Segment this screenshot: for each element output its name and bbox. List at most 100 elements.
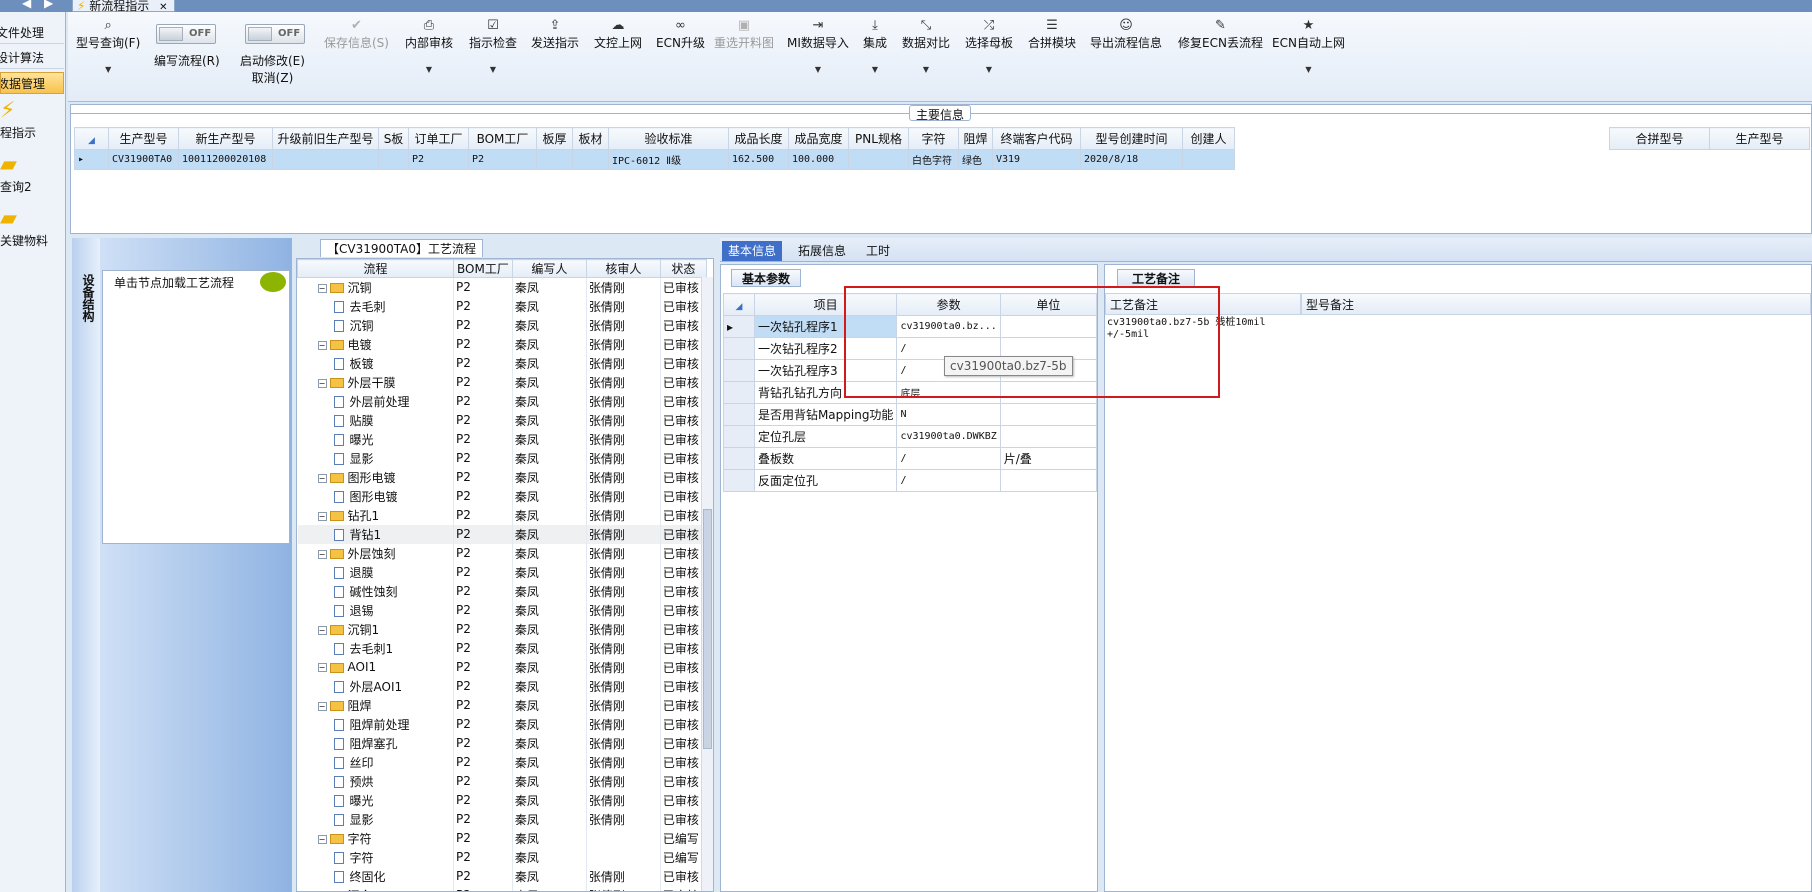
flow-node[interactable]: 图形电镀 [297, 486, 454, 506]
merge-col-header[interactable]: 合拼型号 [1609, 127, 1710, 150]
flow-row[interactable]: 去毛刺 P2 秦凤 张倩刚 已审核 [297, 296, 707, 316]
main-col-header[interactable]: 创建人 [1182, 127, 1235, 150]
main-col-header[interactable]: S板 [378, 127, 409, 150]
flow-node[interactable]: 预烘 [297, 771, 454, 791]
flow-col-header[interactable]: 编写人 [511, 259, 587, 278]
write-flow-toggle[interactable]: OFF [156, 24, 216, 44]
flow-row[interactable]: − 外层蚀刻 P2 秦凤 张倩刚 已审核 [297, 543, 707, 563]
select-master-button[interactable]: ⤮ 选择母板 ▼ [965, 18, 1013, 74]
flow-row[interactable]: − 电镀 P2 秦凤 张倩刚 已审核 [297, 334, 707, 354]
export-flow-button[interactable]: ☺ 导出流程信息 [1090, 18, 1162, 51]
expand-toggle-icon[interactable]: − [317, 378, 327, 388]
row-indicator[interactable]: ▸ [723, 315, 755, 338]
dropdown-arrow-icon[interactable]: ▼ [469, 65, 517, 74]
expand-toggle-icon[interactable]: − [317, 834, 327, 844]
flow-row[interactable]: 去毛刺1 P2 秦凤 张倩刚 已审核 [297, 638, 707, 658]
main-col-header[interactable]: 新生产型号 [178, 127, 273, 150]
param-value[interactable]: / [896, 447, 1001, 470]
main-col-header[interactable]: 订单工厂 [408, 127, 469, 150]
flow-node[interactable]: − 外层干膜 [297, 372, 454, 392]
fix-ecn-button[interactable]: ✎ 修复ECN丢流程 [1178, 18, 1263, 51]
data-compare-button[interactable]: ⤡ 数据对比 ▼ [902, 18, 950, 74]
row-indicator[interactable] [723, 469, 755, 492]
main-cell[interactable]: 162.500 [728, 149, 789, 170]
main-cell[interactable]: 白色字符 [908, 149, 959, 170]
load-flow-hint[interactable]: 单击节点加载工艺流程 [114, 274, 234, 291]
tab-ext-info[interactable]: 拓展信息 [792, 241, 852, 261]
flow-row[interactable]: − 钻孔1 P2 秦凤 张倩刚 已审核 [297, 505, 707, 525]
main-col-header[interactable]: 成品长度 [728, 127, 789, 150]
ecn-upgrade-button[interactable]: ∞ ECN升级 [656, 18, 705, 51]
tab-work-hours[interactable]: 工时 [860, 241, 896, 261]
param-value[interactable]: / [896, 469, 1001, 492]
row-indicator[interactable] [723, 447, 755, 470]
flow-node[interactable]: − 外层蚀刻 [297, 543, 454, 563]
main-col-header[interactable]: 型号创建时间 [1080, 127, 1183, 150]
doc-tab[interactable]: ⚡ 新流程指示 ✕ [72, 0, 175, 12]
main-col-header[interactable]: 验收标准 [608, 127, 729, 150]
main-cell[interactable] [848, 149, 909, 170]
expand-toggle-icon[interactable]: − [317, 511, 327, 521]
flow-row[interactable]: − 字符 P2 秦凤 已编写 [297, 828, 707, 848]
start-edit-toggle[interactable]: OFF [245, 24, 305, 44]
flow-node[interactable]: − 电镀 [297, 334, 454, 354]
main-cell[interactable]: 2020/8/18 [1080, 149, 1183, 170]
expand-toggle-icon[interactable]: − [317, 473, 327, 483]
flow-row[interactable]: −沉金P2秦凤张倩刚已审核 [297, 885, 707, 891]
flow-node[interactable]: 阻焊塞孔 [297, 733, 454, 753]
flow-row[interactable]: 字符 P2 秦凤 已编写 [297, 847, 707, 867]
main-col-header[interactable]: 板材 [572, 127, 609, 150]
main-col-header[interactable]: 板厚 [536, 127, 573, 150]
main-col-header[interactable]: 升级前旧生产型号 [272, 127, 379, 150]
nav-big-query[interactable]: ▰ 查询2 [0, 152, 64, 195]
param-row[interactable]: 定位孔层 cv31900ta0.DWKBZ [723, 425, 1098, 448]
nav-big-flow[interactable]: ⚡ 程指示 [0, 98, 64, 141]
flow-row[interactable]: − 图形电镀 P2 秦凤 张倩刚 已审核 [297, 467, 707, 487]
dropdown-arrow-icon[interactable]: ▼ [1272, 65, 1345, 74]
dropdown-arrow-icon[interactable]: ▼ [902, 65, 950, 74]
flow-node[interactable]: − 图形电镀 [297, 467, 454, 487]
flow-row[interactable]: − 沉铜 P2 秦凤 张倩刚 已审核 [297, 277, 707, 297]
flow-node[interactable]: 沉铜 [297, 315, 454, 335]
main-cell[interactable]: 100.000 [788, 149, 849, 170]
flow-node[interactable]: 字符 [297, 847, 454, 867]
flow-node[interactable]: 曝光 [297, 790, 454, 810]
left-vertical-tab[interactable]: 设备结构 [72, 238, 100, 892]
main-cell[interactable] [536, 149, 573, 170]
param-row[interactable]: 叠板数 / 片/叠 [723, 447, 1098, 470]
flow-node[interactable]: 碱性蚀刻 [297, 581, 454, 601]
main-col-header[interactable]: 终端客户代码 [992, 127, 1081, 150]
flow-node[interactable]: −沉金 [297, 885, 454, 891]
main-col-header[interactable]: 成品宽度 [788, 127, 849, 150]
dropdown-arrow-icon[interactable]: ▼ [405, 65, 453, 74]
flow-node[interactable]: 去毛刺1 [297, 638, 454, 658]
integrate-button[interactable]: ⤓ 集成 ▼ [863, 18, 887, 74]
flow-node[interactable]: − 阻焊 [297, 695, 454, 715]
tab-basic-info[interactable]: 基本信息 [722, 241, 783, 261]
send-instruction-button[interactable]: ⇪ 发送指示 [531, 18, 579, 51]
dropdown-arrow-icon[interactable]: ▼ [787, 65, 849, 74]
main-cell[interactable]: IPC-6012 Ⅱ级 [608, 149, 729, 170]
flow-node[interactable]: 板镀 [297, 353, 454, 373]
scrollbar-thumb[interactable] [703, 509, 712, 749]
flow-row[interactable]: 背钻1 P2 秦凤 张倩刚 已审核 [297, 524, 707, 544]
flow-node[interactable]: 退膜 [297, 562, 454, 582]
flow-row[interactable]: 阻焊前处理 P2 秦凤 张倩刚 已审核 [297, 714, 707, 734]
main-cell[interactable]: 10011200020108 [178, 149, 273, 170]
flow-node[interactable]: − AOI1 [297, 657, 454, 677]
flow-row[interactable]: − 阻焊 P2 秦凤 张倩刚 已审核 [297, 695, 707, 715]
flow-node[interactable]: 显影 [297, 448, 454, 468]
param-value[interactable]: cv31900ta0.DWKBZ [896, 425, 1001, 448]
main-cell[interactable] [572, 149, 609, 170]
close-icon[interactable]: ✕ [159, 2, 167, 12]
flow-row[interactable]: 退锡 P2 秦凤 张倩刚 已审核 [297, 600, 707, 620]
main-cell[interactable] [1182, 149, 1235, 170]
nav-item-file[interactable]: 文件处理 [0, 22, 64, 44]
flow-row[interactable]: 曝光 P2 秦凤 张倩刚 已审核 [297, 790, 707, 810]
flow-row[interactable]: 板镀 P2 秦凤 张倩刚 已审核 [297, 353, 707, 373]
flow-row[interactable]: 预烘 P2 秦凤 张倩刚 已审核 [297, 771, 707, 791]
param-row[interactable]: 是否用背钻Mapping功能 N [723, 403, 1098, 426]
flow-row[interactable]: 显影 P2 秦凤 张倩刚 已审核 [297, 809, 707, 829]
model-query-button[interactable]: ⌕ 型号查询(F) ▼ [76, 18, 140, 74]
row-indicator[interactable] [723, 403, 755, 426]
